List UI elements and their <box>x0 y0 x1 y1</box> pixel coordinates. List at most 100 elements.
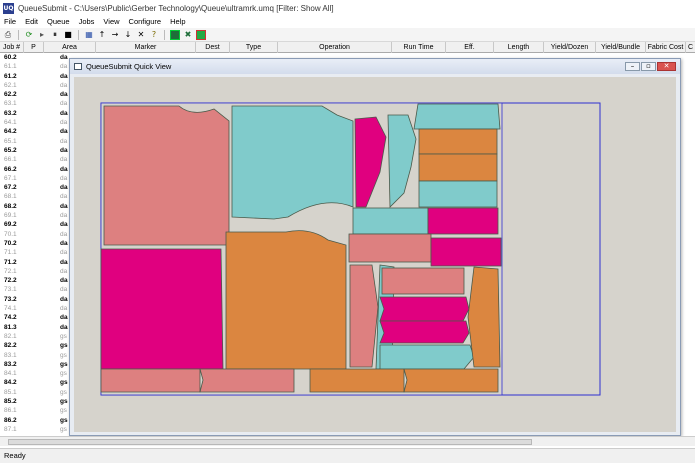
horizontal-scrollbar[interactable] <box>0 436 695 446</box>
minimize-icon[interactable]: – <box>625 62 640 71</box>
table-row[interactable]: 74.2 da <box>0 313 69 322</box>
pattern-piece <box>103 105 230 246</box>
table-row[interactable]: 73.1 da <box>0 285 69 294</box>
table-row[interactable]: 63.1 da <box>0 99 69 108</box>
table-row[interactable]: 85.2 gs <box>0 397 69 406</box>
menu-configure[interactable]: Configure <box>129 17 162 26</box>
area-cell: da <box>60 81 68 89</box>
pause-icon[interactable]: ⏸ <box>50 30 60 40</box>
table-row[interactable]: 85.1 gs <box>0 388 69 397</box>
column-header[interactable]: Fabric Cost <box>646 42 686 53</box>
job-number: 64.1 <box>4 119 17 127</box>
area-cell: da <box>60 174 68 182</box>
table-row[interactable]: 86.1 gs <box>0 406 69 415</box>
table-row[interactable]: 64.2 da <box>0 127 69 136</box>
pattern-piece <box>349 264 379 368</box>
table-row[interactable]: 67.1 da <box>0 174 69 183</box>
column-header[interactable]: Type <box>230 42 278 53</box>
marker-delete-icon[interactable]: ✖ <box>183 30 193 40</box>
table-row[interactable]: 66.2 da <box>0 165 69 174</box>
pattern-piece <box>379 296 470 322</box>
pattern-piece <box>381 267 465 295</box>
column-header[interactable]: Dest <box>196 42 230 53</box>
menu-jobs[interactable]: Jobs <box>79 17 95 26</box>
column-header[interactable]: Yield/Bundle <box>596 42 646 53</box>
table-row[interactable]: 62.2 da <box>0 90 69 99</box>
grid-icon[interactable]: ▦ <box>84 30 94 40</box>
table-row[interactable]: 67.2 da <box>0 183 69 192</box>
column-header[interactable]: Run Time <box>392 42 446 53</box>
table-row[interactable]: 61.2 da <box>0 72 69 81</box>
quick-view-title-bar[interactable]: QueueSubmit Quick View – ▫ ✕ <box>70 59 680 74</box>
marker-view-icon[interactable] <box>170 29 180 40</box>
quick-view-window: QueueSubmit Quick View – ▫ ✕ <box>69 58 681 436</box>
table-row[interactable]: 86.2 gs <box>0 416 69 425</box>
table-row[interactable]: 87.1 gs <box>0 425 69 434</box>
table-row[interactable]: 82.1 gs <box>0 332 69 341</box>
column-header[interactable]: Length <box>494 42 544 53</box>
column-header[interactable]: Operation <box>278 42 392 53</box>
table-row[interactable]: 83.1 gs <box>0 351 69 360</box>
table-row[interactable]: 73.2 da <box>0 295 69 304</box>
table-row[interactable]: 68.1 da <box>0 192 69 201</box>
table-row[interactable]: 63.2 da <box>0 109 69 118</box>
play-icon[interactable]: ▸ <box>37 30 47 40</box>
pattern-piece <box>467 266 501 368</box>
stop-icon[interactable]: ■ <box>63 30 73 40</box>
table-row[interactable]: 83.2 gs <box>0 360 69 369</box>
menu-help[interactable]: Help <box>170 17 185 26</box>
table-row[interactable]: 64.1 da <box>0 118 69 127</box>
table-row[interactable]: 62.1 da <box>0 81 69 90</box>
column-header[interactable]: P <box>24 42 44 53</box>
table-row[interactable]: 70.2 da <box>0 239 69 248</box>
table-row[interactable]: 82.2 gs <box>0 341 69 350</box>
table-row[interactable]: 72.2 da <box>0 276 69 285</box>
table-row[interactable]: 81.3 da <box>0 323 69 332</box>
table-row[interactable]: 60.2 da <box>0 53 69 62</box>
table-row[interactable]: 71.2 da <box>0 258 69 267</box>
print-icon[interactable]: ⎙ <box>3 30 13 40</box>
table-row[interactable]: 65.1 da <box>0 137 69 146</box>
arrow-right-icon[interactable]: → <box>110 30 120 40</box>
menu-edit[interactable]: Edit <box>25 17 38 26</box>
table-row[interactable]: 66.1 da <box>0 155 69 164</box>
column-header[interactable]: Job # <box>0 42 24 53</box>
table-row[interactable]: 61.1 da <box>0 62 69 71</box>
arrow-down-icon[interactable]: ↓ <box>123 30 133 40</box>
table-row[interactable]: 65.2 da <box>0 146 69 155</box>
table-row[interactable]: 84.1 gs <box>0 369 69 378</box>
scrollbar-thumb[interactable] <box>8 439 532 445</box>
area-cell: da <box>60 221 68 229</box>
job-number: 69.2 <box>4 221 17 229</box>
window-title: QueueSubmit - C:\Users\Public\Gerber Tec… <box>18 3 334 13</box>
marker-export-icon[interactable] <box>196 29 206 40</box>
menu-file[interactable]: File <box>4 17 16 26</box>
refresh-icon[interactable]: ⟳ <box>24 30 34 40</box>
area-cell: da <box>60 305 68 313</box>
restore-icon[interactable]: ▫ <box>641 62 656 71</box>
table-row[interactable]: 72.1 da <box>0 267 69 276</box>
arrow-up-icon[interactable]: ↑ <box>97 30 107 40</box>
menu-queue[interactable]: Queue <box>47 17 70 26</box>
table-row[interactable]: 69.1 da <box>0 211 69 220</box>
table-row[interactable]: 71.1 da <box>0 248 69 257</box>
pattern-piece <box>348 233 432 263</box>
close-icon[interactable]: ✕ <box>657 62 676 71</box>
area-cell: gs <box>60 370 67 378</box>
table-row[interactable]: 68.2 da <box>0 202 69 211</box>
table-row[interactable]: 74.1 da <box>0 304 69 313</box>
column-header[interactable]: Yield/Dozen <box>544 42 596 53</box>
table-row[interactable]: 70.1 da <box>0 230 69 239</box>
cancel-x-icon[interactable]: ✕ <box>136 30 146 40</box>
table-row[interactable]: 84.2 gs <box>0 378 69 387</box>
area-cell: da <box>60 91 68 99</box>
column-header[interactable]: Eff. <box>446 42 494 53</box>
column-header[interactable]: Marker <box>96 42 196 53</box>
table-row[interactable]: 69.2 da <box>0 220 69 229</box>
table-header: Job # P Area Marker Dest Type Operation … <box>0 42 695 53</box>
help-icon[interactable]: ? <box>149 30 159 40</box>
pattern-piece <box>100 368 201 393</box>
column-header[interactable]: C <box>686 42 695 53</box>
menu-view[interactable]: View <box>103 17 119 26</box>
column-header[interactable]: Area <box>44 42 96 53</box>
